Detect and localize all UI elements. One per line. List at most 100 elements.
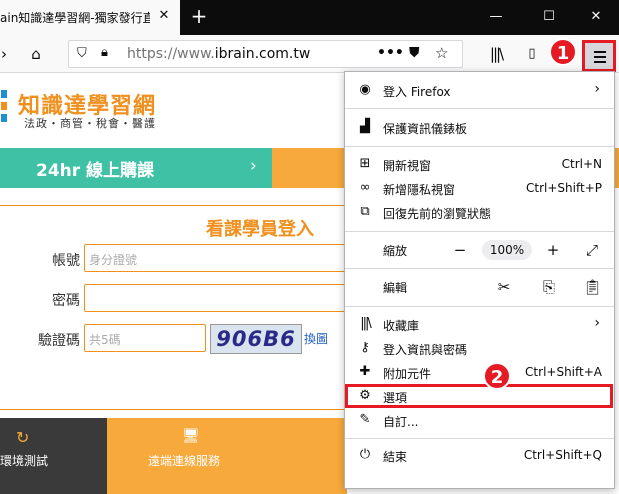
restore-icon: ⧉ — [360, 204, 370, 219]
chevron-right-icon: › — [594, 81, 600, 97]
menu-item-label: 收藏庫 — [383, 319, 420, 333]
menu-item-label: 編輯 — [383, 281, 408, 295]
chevron-right-icon: › — [250, 156, 257, 176]
captcha-label: 驗證碼 — [38, 333, 80, 349]
paste-icon[interactable]: 📋︎ — [583, 278, 602, 296]
browser-tab[interactable]: ain知識達學習網-獨家發行直 ✕ — [0, 0, 180, 35]
new-tab-button[interactable]: + — [188, 5, 210, 27]
annotation-badge-2: 2 — [483, 362, 511, 390]
shield-icon[interactable]: ⛉ — [77, 46, 87, 61]
menu-item-addons[interactable]: ✚ 附加元件 Ctrl+Shift+A — [345, 361, 614, 385]
paintbrush-icon: ✎ — [359, 412, 371, 427]
forward-icon[interactable]: › — [0, 42, 16, 66]
menu-item-logins[interactable]: ⚷ 登入資訊與密碼 — [345, 337, 614, 361]
menu-item-shortcut: Ctrl+Shift+Q — [523, 448, 602, 462]
window-maximize-button[interactable]: ☐ — [537, 5, 561, 29]
remote-service-tile[interactable] — [107, 418, 347, 494]
sidebar-icon[interactable]: ▯ — [520, 42, 544, 66]
app-menu-panel: ◉ 登入 Firefox › ▟ 保護資訊儀錶板 ⊞ 開新視窗 Ctrl+N ∞… — [344, 71, 615, 489]
menu-item-shortcut: Ctrl+Shift+A — [525, 365, 602, 379]
menu-item-zoom: 縮放 − 100% + ⤢ — [345, 238, 614, 262]
menu-item-private-window[interactable]: ∞ 新增隱私視窗 Ctrl+Shift+P — [345, 177, 614, 201]
site-logo-subtitle: 法政・商管・稅會・醫護 — [24, 117, 156, 130]
menu-item-shortcut: Ctrl+N — [561, 157, 602, 171]
new-window-icon: ⊞ — [359, 156, 371, 171]
password-input[interactable] — [84, 284, 345, 312]
menu-item-label: 縮放 — [383, 244, 408, 258]
menu-separator — [345, 231, 614, 232]
home-button[interactable]: ⌂ — [24, 42, 48, 66]
menu-item-new-window[interactable]: ⊞ 開新視窗 Ctrl+N — [345, 153, 614, 177]
fullscreen-icon[interactable]: ⤢ — [583, 241, 601, 259]
menu-item-sign-in[interactable]: ◉ 登入 Firefox › — [345, 79, 614, 103]
tab-close-icon[interactable]: ✕ — [155, 7, 173, 25]
chevron-right-icon: › — [594, 315, 600, 331]
hamburger-icon-bar — [594, 56, 606, 58]
refresh-icon: ↻ — [16, 428, 30, 447]
account-icon: ◉ — [359, 82, 371, 97]
library-icon: |||\ — [360, 316, 372, 331]
menu-item-label: 登入 Firefox — [383, 85, 451, 99]
remote-service-label: 遠端連線服務 — [148, 454, 221, 468]
menu-item-label: 附加元件 — [383, 367, 432, 381]
login-title: 看課學員登入 — [206, 219, 314, 240]
account-label: 帳號 — [52, 253, 80, 269]
puzzle-icon: ✚ — [359, 364, 371, 379]
logo-mark — [0, 90, 10, 126]
url-bar[interactable]: ⛉ 🔒︎ https://www.ibrain.com.tw ••• ⛊ ☆ — [68, 40, 463, 68]
menu-item-library[interactable]: |||\ 收藏庫 › — [345, 313, 614, 337]
online-purchase-label: 24hr 線上購課 — [36, 161, 155, 181]
logo-graphic — [1, 90, 7, 122]
captcha-input[interactable]: 共5碼 — [84, 324, 206, 352]
url-host: ibrain.com.tw — [214, 46, 311, 62]
open-menu-button[interactable] — [582, 40, 616, 72]
scissors-icon[interactable]: ✂ — [495, 278, 513, 296]
menu-separator — [345, 306, 614, 307]
navigation-toolbar: › ⌂ ⛉ 🔒︎ https://www.ibrain.com.tw ••• ⛊… — [0, 35, 619, 73]
menu-item-label: 自訂... — [383, 415, 419, 429]
menu-item-label: 保護資訊儀錶板 — [383, 122, 468, 136]
window-minimize-button[interactable]: — — [484, 5, 508, 29]
tab-title: ain知識達學習網-獨家發行直 — [0, 11, 150, 25]
remote-desktop-icon: 🖥︎ — [182, 428, 200, 444]
library-icon[interactable]: |||\ — [484, 42, 508, 66]
dashboard-icon: ▟ — [360, 119, 370, 134]
account-input[interactable]: 身分證號 — [84, 244, 345, 272]
menu-item-label: 開新視窗 — [383, 159, 432, 173]
menu-item-privacy-dashboard[interactable]: ▟ 保護資訊儀錶板 — [345, 116, 614, 140]
star-icon[interactable]: ☆ — [435, 44, 448, 62]
menu-item-edit: 編輯 ✂ ⎘ 📋︎ — [345, 275, 614, 299]
url-prefix: https://www. — [127, 46, 215, 62]
copy-icon[interactable]: ⎘ — [540, 278, 558, 296]
menu-item-label: 回復先前的瀏覽狀態 — [383, 207, 492, 221]
menu-separator — [345, 268, 614, 269]
options-highlight-box — [345, 384, 613, 408]
ellipsis-icon[interactable]: ••• — [377, 45, 404, 61]
menu-item-exit[interactable]: ⏻ 結束 Ctrl+Shift+Q — [345, 444, 614, 468]
account-placeholder: 身分證號 — [89, 253, 138, 267]
padlock-icon[interactable]: 🔒︎ — [101, 45, 108, 60]
annotation-badge-1: 1 — [549, 38, 577, 66]
hamburger-icon-bar — [594, 61, 606, 63]
menu-item-customize[interactable]: ✎ 自訂... — [345, 409, 614, 433]
zoom-reset-button[interactable]: 100% — [482, 240, 532, 260]
window-close-button[interactable]: ✕ — [584, 5, 608, 29]
pocket-icon[interactable]: ⛊ — [409, 45, 420, 61]
env-test-label: 環境測試 — [0, 454, 49, 468]
tab-strip: ain知識達學習網-獨家發行直 ✕ + — ☐ ✕ — [0, 0, 619, 35]
hamburger-icon — [594, 51, 606, 53]
power-icon: ⏻ — [359, 447, 371, 462]
menu-separator — [345, 108, 614, 109]
menu-separator — [345, 146, 614, 147]
menu-separator — [345, 438, 614, 439]
captcha-image: 906B6 — [210, 324, 302, 354]
menu-item-restore-session[interactable]: ⧉ 回復先前的瀏覽狀態 — [345, 201, 614, 225]
zoom-out-button[interactable]: − — [451, 241, 469, 259]
menu-item-label: 登入資訊與密碼 — [383, 343, 468, 357]
menu-item-shortcut: Ctrl+Shift+P — [526, 181, 602, 195]
captcha-refresh-link[interactable]: 換圖 — [304, 330, 328, 347]
mask-icon: ∞ — [359, 180, 371, 195]
menu-item-label: 新增隱私視窗 — [383, 183, 456, 197]
zoom-in-button[interactable]: + — [544, 241, 562, 259]
url-text: https://www.ibrain.com.tw — [127, 46, 310, 62]
